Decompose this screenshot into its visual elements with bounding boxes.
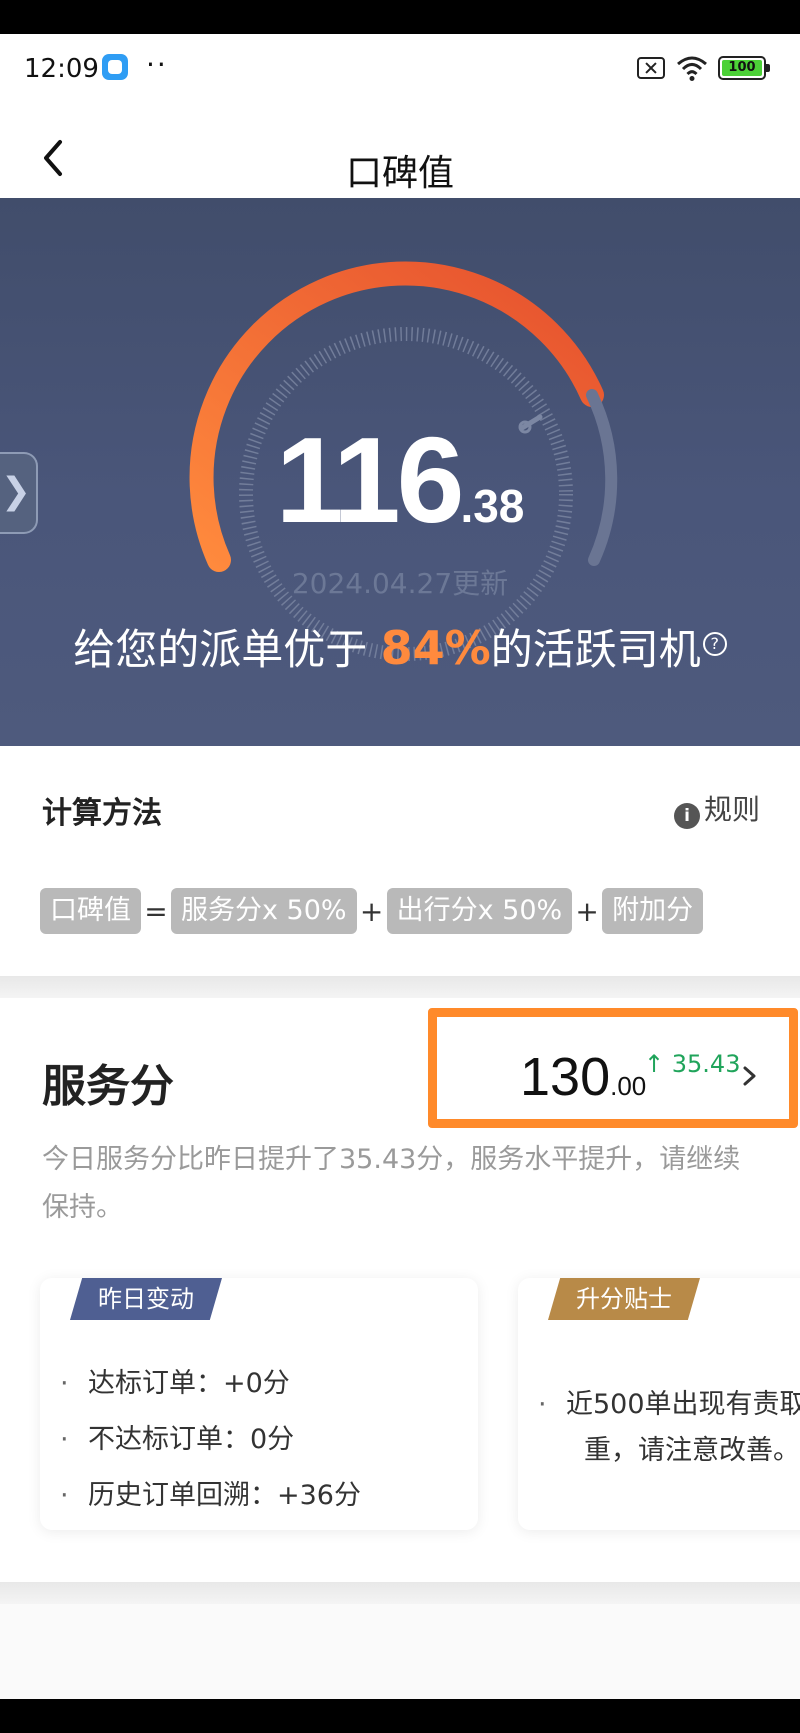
wifi-icon [677, 56, 707, 81]
section-divider [0, 976, 800, 998]
formula-plus: + [359, 894, 384, 928]
status-bar: 12:09 ·· 100 [0, 34, 800, 104]
service-score: 130.00 [520, 1046, 646, 1108]
service-score-integer: 130 [520, 1047, 611, 1107]
reputation-score-decimal: .38 [460, 480, 525, 532]
app-notification-icon [102, 54, 128, 80]
device-bottom-bezel [0, 1699, 800, 1733]
info-icon: i [673, 803, 700, 829]
service-score-delta: ↑ 35.43 [644, 1050, 740, 1078]
formula-equals: = [144, 894, 168, 928]
list-item: · 历史订单回溯：+36分 [60, 1480, 361, 1511]
formula-service-term: 服务分x 50% [171, 888, 357, 934]
section-divider [0, 1582, 800, 1604]
yesterday-change-card: 昨日变动 · 达标订单：+0分 · 不达标订单：0分 · 历史订单回溯：+36分 [40, 1278, 478, 1530]
calc-title: 计算方法 [42, 796, 162, 831]
rules-link[interactable]: i 规则 [673, 788, 760, 829]
reputation-score-integer: 116 [275, 412, 465, 548]
rules-label: 规则 [703, 793, 760, 826]
service-description: 今日服务分比昨日提升了35.43分，服务水平提升，请继续保持。 [42, 1144, 741, 1223]
status-time: 12:09 [24, 54, 99, 84]
delta-value: 35.43 [671, 1050, 741, 1078]
device-top-bezel [0, 0, 800, 34]
score-formula: 口碑值 = 服务分x 50% + 出行分x 50% + 附加分 [40, 888, 704, 934]
chevron-right-icon[interactable] [740, 1062, 760, 1090]
score-tips-tag: 升分贴士 [548, 1278, 700, 1320]
battery-icon: 100 [718, 56, 770, 80]
update-date: 2024.04.27更新 [291, 567, 509, 600]
formula-result-chip: 口碑值 [40, 888, 141, 934]
next-section-placeholder [0, 1604, 800, 1699]
list-item: · 近500单出现有责取 重，请注意改善。 [538, 1389, 800, 1466]
rank-percent: 84% [380, 621, 491, 675]
formula-plus: + [575, 894, 599, 928]
score-tips-list: · 近500单出现有责取 重，请注意改善。 [538, 1382, 800, 1474]
list-item: · 达标订单：+0分 [60, 1368, 290, 1399]
rank-prefix: 给您的派单优于 [73, 625, 368, 674]
app-screen: 12:09 ·· 100 口碑值 ❯ 116.38 2024.04.27更新 给… [0, 34, 800, 1699]
rank-statement: 给您的派单优于 84%的活跃司机? [0, 616, 800, 677]
no-sim-icon [637, 57, 665, 79]
yesterday-change-list: · 达标订单：+0分 · 不达标订单：0分 · 历史订单回溯：+36分 [60, 1356, 361, 1524]
rank-suffix: 的活跃司机 [490, 625, 701, 674]
reputation-score-hero: ❯ 116.38 2024.04.27更新 给您的派单优于 84%的活跃司机? [0, 198, 800, 746]
calculation-method-section: 计算方法 i 规则 口碑值 = 服务分x 50% + 出行分x 50% + 附加分 [0, 746, 800, 976]
help-icon[interactable]: ? [702, 632, 727, 656]
reputation-score: 116.38 [0, 410, 800, 550]
score-tips-card: 升分贴士 · 近500单出现有责取 重，请注意改善。 [518, 1278, 800, 1530]
service-score-decimal: .00 [610, 1071, 647, 1101]
nav-header: 口碑值 [0, 104, 800, 212]
up-arrow-icon: ↑ [644, 1050, 665, 1078]
yesterday-change-tag: 昨日变动 [70, 1278, 222, 1320]
battery-level: 100 [722, 60, 762, 76]
service-title: 服务分 [42, 1061, 174, 1112]
service-score-section: 服务分 130.00 ↑ 35.43 今日服务分比昨日提升了35.43分，服务水… [0, 998, 800, 1568]
page-title: 口碑值 [345, 153, 454, 194]
formula-travel-term: 出行分x 50% [386, 888, 573, 934]
list-item: · 不达标订单：0分 [60, 1424, 295, 1455]
more-notifications-dots: ·· [146, 48, 168, 81]
formula-bonus-term: 附加分 [602, 888, 704, 934]
